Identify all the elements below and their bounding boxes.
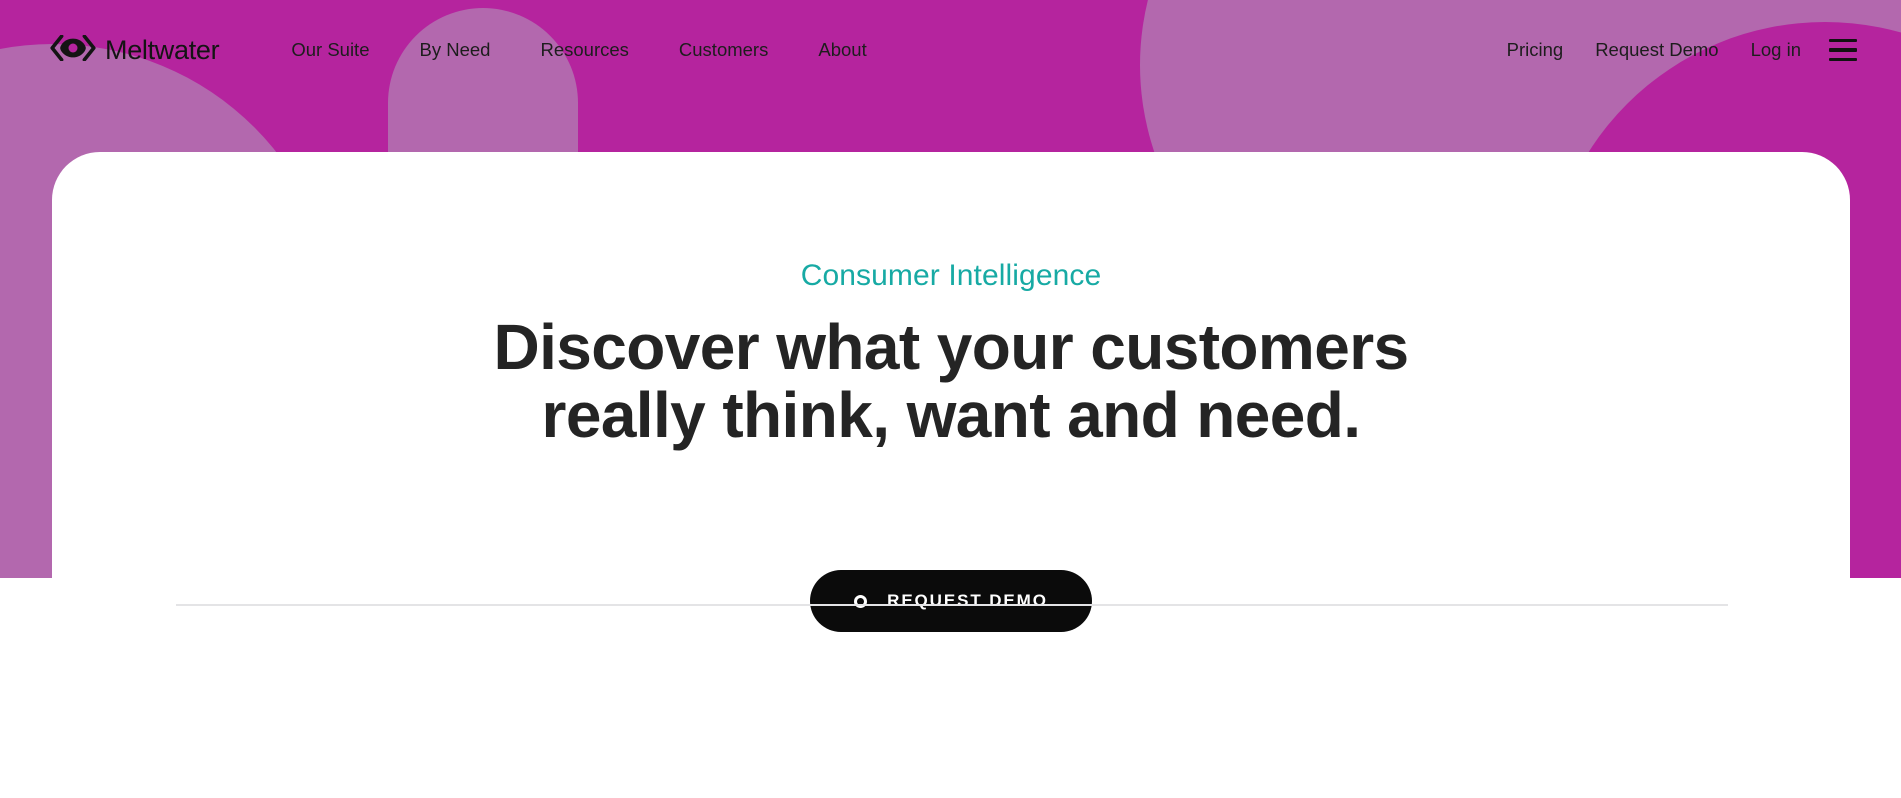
page-title-line-1: Discover what your customers [493, 311, 1409, 383]
nav-item-request-demo[interactable]: Request Demo [1595, 31, 1718, 69]
brand-name: Meltwater [105, 34, 220, 65]
primary-nav-links: Our Suite By Need Resources Customers Ab… [291, 31, 916, 69]
hero-card: Consumer Intelligence Discover what your… [52, 152, 1850, 798]
meltwater-eye-logo-icon [50, 33, 96, 66]
hamburger-menu-icon[interactable] [1829, 39, 1857, 61]
section-divider [176, 604, 1728, 606]
nav-item-our-suite[interactable]: Our Suite [291, 31, 369, 69]
hamburger-bar-2 [1829, 48, 1857, 52]
nav-item-resources[interactable]: Resources [540, 31, 628, 69]
hero-cta-container: Request Demo [52, 570, 1850, 632]
hamburger-bar-3 [1829, 57, 1857, 61]
page-title: Discover what your customers really thin… [52, 311, 1850, 451]
top-navigation: Meltwater Our Suite By Need Resources Cu… [0, 0, 1901, 100]
request-demo-button-label: Request Demo [887, 591, 1048, 610]
page-root: Consumer Intelligence Discover what your… [0, 0, 1901, 798]
nav-item-pricing[interactable]: Pricing [1507, 31, 1564, 69]
secondary-nav-links: Pricing Request Demo Log in [1507, 31, 1857, 69]
nav-item-customers[interactable]: Customers [679, 31, 768, 69]
request-demo-button[interactable]: Request Demo [810, 570, 1092, 632]
hamburger-bar-1 [1829, 39, 1857, 43]
hero-eyebrow: Consumer Intelligence [800, 259, 1102, 292]
brand-logo-link[interactable]: Meltwater [50, 33, 220, 66]
nav-item-about[interactable]: About [818, 31, 866, 69]
nav-item-by-need[interactable]: By Need [420, 31, 491, 69]
nav-item-log-in[interactable]: Log in [1751, 31, 1801, 69]
page-title-line-2: really think, want and need. [541, 378, 1362, 451]
